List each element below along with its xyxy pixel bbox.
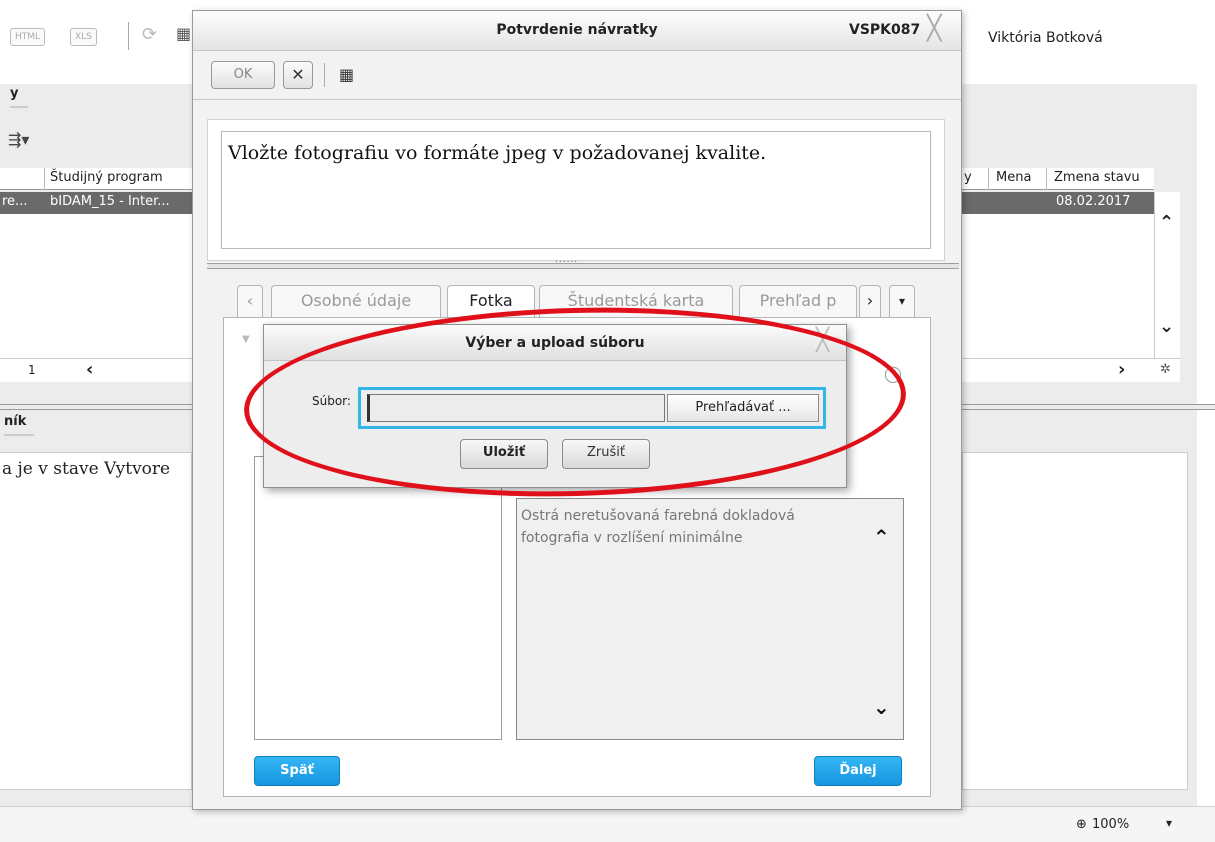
column-header-currency[interactable]: Mena <box>996 170 1031 185</box>
tab-overview[interactable]: Prehľad p <box>739 285 857 317</box>
column-divider <box>988 168 989 190</box>
scroll-up-icon[interactable]: ⌃ <box>1159 212 1174 233</box>
column-divider <box>44 168 45 190</box>
info-text: a je v stave Vytvore <box>2 459 171 479</box>
grid-header-right: y Mena Zmena stavu <box>962 168 1154 190</box>
lower-section-title: ník <box>4 414 27 429</box>
scroll-up-icon[interactable]: ⌃ <box>873 525 890 549</box>
scroll-right-icon[interactable]: › <box>1118 359 1125 380</box>
column-header-partial[interactable]: y <box>964 170 972 185</box>
description-box: Ostrá neretušovaná farebná dokladová fot… <box>516 498 904 740</box>
save-button[interactable]: Uložiť <box>460 439 548 469</box>
inner-splitter[interactable]: ...... <box>207 255 959 269</box>
upload-title-bar[interactable]: Výber a upload súboru <box>264 325 846 361</box>
upload-dialog-title: Výber a upload súboru <box>465 335 645 351</box>
description-text: Ostrá neretušovaná farebná dokladová fot… <box>521 508 795 546</box>
page-number[interactable]: 1 <box>28 363 36 377</box>
photo-preview-box <box>254 456 502 740</box>
file-path-input[interactable] <box>367 394 665 422</box>
table-row-selected-left[interactable]: re... bIDAM_15 - Inter... <box>0 192 192 214</box>
file-label: Súbor: <box>312 394 351 408</box>
export-html-button[interactable]: HTML <box>10 28 46 46</box>
title-underline <box>4 434 34 436</box>
gear-icon[interactable]: ✲ <box>1160 362 1171 377</box>
browse-button[interactable]: Prehľadávať ... <box>667 394 819 422</box>
columns-menu-icon[interactable]: ⇶▾ <box>8 130 29 149</box>
file-picker[interactable]: Prehľadávať ... <box>358 387 826 429</box>
scroll-down-icon[interactable]: ⌄ <box>873 695 890 719</box>
cancel-button[interactable]: Zrušiť <box>562 439 650 469</box>
toolbar-separator <box>193 99 961 100</box>
table-row-selected-right[interactable]: 08.02.2017 <box>962 192 1154 214</box>
pager-right: › ✲ <box>962 358 1180 382</box>
column-divider <box>1046 168 1047 190</box>
instruction-message: Vložte fotografiu vo formáte jpeg v poža… <box>228 142 767 164</box>
close-icon[interactable]: ╳ <box>927 15 941 41</box>
tab-photo[interactable]: Fotka <box>447 285 535 317</box>
back-button[interactable]: Späť <box>254 756 340 786</box>
next-button[interactable]: Ďalej <box>814 756 902 786</box>
upper-section-title: y <box>10 86 19 101</box>
refresh-icon[interactable]: ⟳ <box>142 24 157 45</box>
dialog-title-bar[interactable]: Potvrdenie návratky VSPK087 ╳ <box>193 11 961 51</box>
cell-program: bIDAM_15 - Inter... <box>50 194 170 209</box>
tab-student-card[interactable]: Študentská karta <box>539 285 733 317</box>
toolbar-divider <box>128 22 129 50</box>
toolbar-divider <box>324 63 325 87</box>
close-icon[interactable]: ╳ <box>816 327 829 355</box>
tab-list-dropdown[interactable]: ▾ <box>889 285 915 317</box>
status-bar: ⊕ 100% ▾ <box>0 806 1215 842</box>
dialog-code: VSPK087 <box>849 22 921 38</box>
collapse-icon[interactable]: ▼ <box>242 334 250 345</box>
grid-icon[interactable]: ▦ <box>339 65 354 84</box>
tab-scroll-right[interactable]: › <box>859 285 881 317</box>
scroll-down-icon[interactable]: ⌄ <box>1159 316 1174 337</box>
title-underline <box>10 106 28 108</box>
tab-scroll-left[interactable]: ‹ <box>237 285 263 317</box>
column-header-program[interactable]: Študijný program <box>50 170 163 185</box>
grid-settings-icon[interactable]: ▦ <box>176 24 191 43</box>
zoom-dropdown-icon[interactable]: ▾ <box>1166 816 1172 830</box>
file-upload-dialog: Výber a upload súboru ╳ Súbor: Prehľadáv… <box>263 324 847 488</box>
ok-button[interactable]: OK <box>211 61 275 89</box>
export-xls-button[interactable]: XLS <box>70 28 97 46</box>
grid-vertical-scrollbar[interactable]: ⌃ ⌄ <box>1154 192 1180 358</box>
column-header-status-change[interactable]: Zmena stavu <box>1054 170 1140 185</box>
message-text-box: Vložte fotografiu vo formáte jpeg v poža… <box>221 131 931 249</box>
pager-left: 1 ‹ <box>0 358 192 382</box>
cell-date: 08.02.2017 <box>1056 194 1131 209</box>
info-box-right <box>962 452 1188 790</box>
user-name[interactable]: Viktória Botková <box>988 30 1103 46</box>
grid-header-left: Študijný program <box>0 168 192 190</box>
grid-body-right <box>962 214 1154 358</box>
help-icon[interactable]: ◯ <box>884 364 902 383</box>
cancel-x-button[interactable]: ✕ <box>283 61 313 89</box>
grid-body-left <box>0 214 192 358</box>
cell-text: re... <box>2 194 28 209</box>
scroll-left-icon[interactable]: ‹ <box>86 359 93 380</box>
dialog-title: Potvrdenie návratky <box>496 22 658 38</box>
zoom-icon[interactable]: ⊕ <box>1076 817 1087 832</box>
splitter-handle[interactable]: ...... <box>555 255 578 265</box>
info-box-left: a je v stave Vytvore <box>0 452 192 790</box>
zoom-level[interactable]: 100% <box>1092 817 1129 832</box>
tab-personal-data[interactable]: Osobné údaje <box>271 285 441 317</box>
